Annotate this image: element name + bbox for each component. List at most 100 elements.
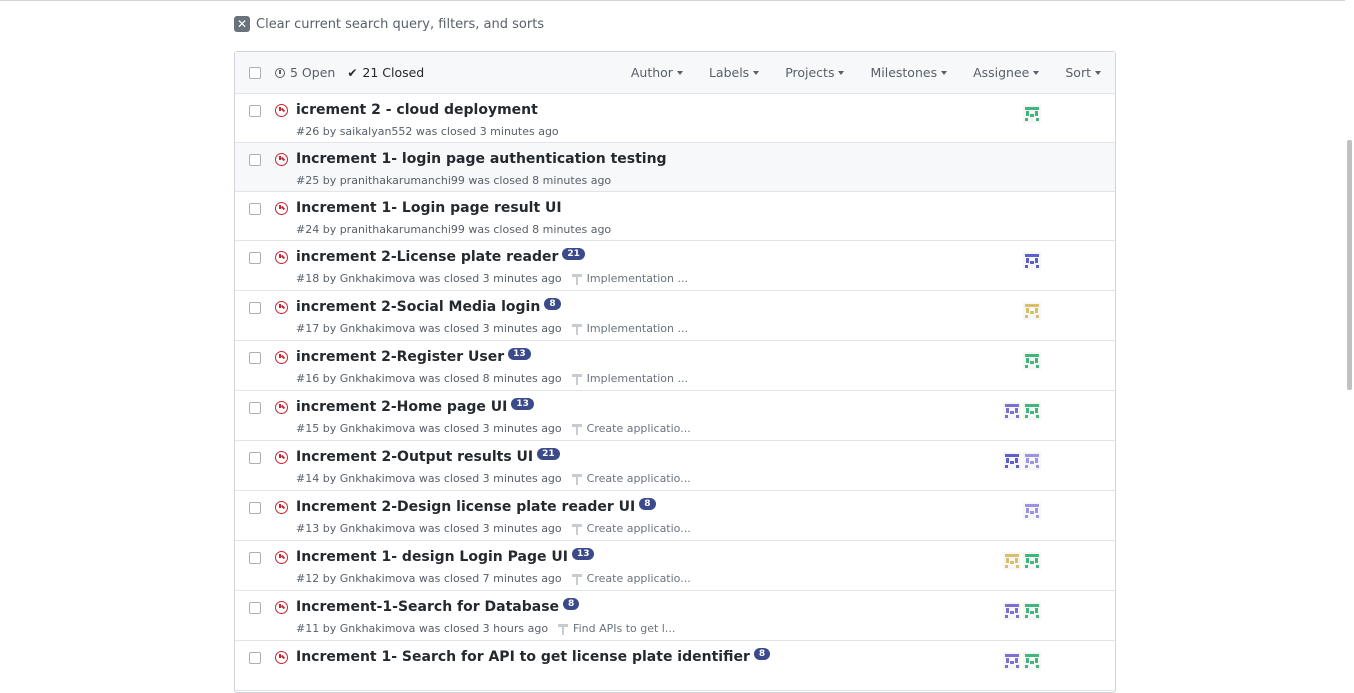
issue-row[interactable]: Increment 1- Login page result UI #24 by …: [235, 192, 1115, 241]
issues-list-header: 5 Open ✔ 21 Closed Author Labels Project…: [235, 52, 1115, 94]
issue-closed-icon: [275, 104, 288, 117]
issue-checkbox[interactable]: [249, 352, 261, 364]
issue-title-link[interactable]: Increment 2-Design license plate reader …: [296, 499, 635, 515]
select-all-checkbox[interactable]: [249, 67, 261, 79]
label-badge[interactable]: 8: [753, 648, 771, 660]
issue-row[interactable]: Increment 1- login page authentication t…: [235, 143, 1115, 192]
issue-title-link[interactable]: Increment 1- design Login Page UI: [296, 549, 568, 565]
issue-checkbox[interactable]: [249, 302, 261, 314]
milestone-icon: [571, 573, 582, 585]
label-badge[interactable]: 21: [537, 448, 560, 460]
label-badge[interactable]: 8: [639, 498, 656, 510]
sort-menu[interactable]: Sort: [1065, 65, 1101, 80]
issue-checkbox[interactable]: [249, 602, 261, 614]
avatar[interactable]: [1003, 552, 1021, 570]
labels-filter[interactable]: Labels: [709, 65, 760, 80]
issue-row[interactable]: Increment 2-Output results UI 21 #14 by Gn…: [235, 441, 1115, 491]
milestone-link[interactable]: Implementation ...: [571, 272, 688, 285]
issue-row[interactable]: increment 2-Home page UI 13 #15 by Gnkhaki…: [235, 391, 1115, 441]
issue-row[interactable]: increment 2-Register User 13 #16 by Gnkhak…: [235, 341, 1115, 391]
issue-row[interactable]: Increment 1- design Login Page UI 13 #12 b…: [235, 541, 1115, 591]
issue-checkbox[interactable]: [249, 502, 261, 514]
milestone-link[interactable]: Create applicatio...: [571, 572, 691, 585]
caret-down-icon: [1095, 70, 1101, 75]
issue-rows: icrement 2 - cloud deployment #26 by saik…: [235, 94, 1115, 691]
avatar[interactable]: [1003, 652, 1021, 670]
label-badge[interactable]: 8: [544, 298, 561, 310]
issue-title-link[interactable]: increment 2-Home page UI: [296, 399, 507, 415]
author-filter[interactable]: Author: [631, 65, 683, 80]
scrollbar-thumb[interactable]: [1347, 140, 1352, 390]
assignee-avatars: [1021, 105, 1041, 123]
issue-row[interactable]: Increment 1- Search for API to get licen…: [235, 641, 1115, 691]
issue-title-link[interactable]: Increment 1- login page authentication t…: [296, 151, 667, 167]
page-scrollbar[interactable]: [1345, 0, 1354, 658]
issue-title-link[interactable]: icrement 2 - cloud deployment: [296, 102, 538, 118]
caret-down-icon: [838, 70, 845, 75]
issue-checkbox[interactable]: [249, 252, 261, 264]
issue-checkbox[interactable]: [249, 402, 261, 414]
clear-search-link[interactable]: ✕ Clear current search query, filters, a…: [234, 15, 544, 33]
issue-meta-text: #18 by Gnkhakimova was closed 3 minutes …: [296, 272, 562, 285]
issue-title-link[interactable]: Increment 2-Output results UI: [296, 449, 533, 465]
issue-meta: #26 by saikalyan552 was closed 3 minutes…: [296, 125, 559, 138]
assignee-filter[interactable]: Assignee: [973, 65, 1040, 80]
milestone-label: Create applicatio...: [586, 472, 691, 485]
milestone-icon: [571, 423, 582, 435]
issue-title-link[interactable]: Increment-1-Search for Database: [296, 599, 559, 615]
avatar[interactable]: [1023, 302, 1041, 320]
label-badge[interactable]: 13: [571, 548, 595, 560]
issue-title-line: Increment 1- design Login Page UI 13: [296, 548, 595, 565]
issue-row[interactable]: icrement 2 - cloud deployment #26 by saik…: [235, 94, 1115, 143]
milestone-link[interactable]: Create applicatio...: [571, 472, 691, 485]
avatar[interactable]: [1023, 105, 1041, 123]
issue-title-link[interactable]: increment 2-Register User: [296, 349, 504, 365]
issue-title-line: Increment 2-Output results UI 21: [296, 448, 560, 465]
milestone-link[interactable]: Create applicatio...: [571, 422, 691, 435]
milestone-link[interactable]: Create applicatio...: [571, 522, 691, 535]
issue-title-link[interactable]: Increment 1- Login page result UI: [296, 200, 562, 216]
milestone-link[interactable]: Find APIs to get l...: [558, 622, 675, 635]
avatar[interactable]: [1023, 352, 1041, 370]
milestones-filter[interactable]: Milestones: [870, 65, 948, 80]
issue-title-link[interactable]: increment 2-License plate reader: [296, 249, 558, 265]
avatar[interactable]: [1003, 602, 1021, 620]
issue-checkbox[interactable]: [249, 652, 261, 664]
label-badge[interactable]: 21: [562, 248, 585, 260]
avatar[interactable]: [1023, 652, 1041, 670]
avatar[interactable]: [1023, 402, 1041, 420]
milestone-icon: [558, 623, 569, 635]
issue-row[interactable]: Increment 2-Design license plate reader …: [235, 491, 1115, 541]
projects-filter[interactable]: Projects: [785, 65, 845, 80]
issue-checkbox[interactable]: [249, 552, 261, 564]
avatar[interactable]: [1023, 552, 1041, 570]
issue-title-link[interactable]: Increment 1- Search for API to get licen…: [296, 649, 750, 665]
issue-checkbox[interactable]: [249, 452, 261, 464]
label-badge[interactable]: 13: [508, 348, 531, 360]
issue-row[interactable]: increment 2-License plate reader 21 #18 by…: [235, 241, 1115, 291]
avatar[interactable]: [1003, 452, 1021, 470]
issue-meta-text: #17 by Gnkhakimova was closed 3 minutes …: [296, 322, 562, 335]
label-badge[interactable]: 13: [511, 398, 534, 410]
milestone-icon: [571, 473, 582, 485]
issue-closed-icon: [275, 601, 288, 614]
closed-issues-filter[interactable]: ✔ 21 Closed: [347, 65, 424, 80]
issue-checkbox[interactable]: [249, 154, 261, 166]
issue-checkbox[interactable]: [249, 203, 261, 215]
label-badge[interactable]: 8: [563, 598, 580, 610]
issue-closed-icon: [275, 551, 288, 564]
open-issues-filter[interactable]: 5 Open: [275, 65, 335, 80]
avatar[interactable]: [1023, 452, 1041, 470]
avatar[interactable]: [1023, 502, 1041, 520]
milestone-link[interactable]: Implementation ...: [571, 322, 688, 335]
avatar[interactable]: [1023, 602, 1041, 620]
close-icon: ✕: [234, 16, 250, 32]
avatar[interactable]: [1003, 402, 1021, 420]
caret-down-icon: [941, 70, 948, 75]
issue-row[interactable]: increment 2-Social Media login 8 #17 by Gn…: [235, 291, 1115, 341]
issue-title-link[interactable]: increment 2-Social Media login: [296, 299, 540, 315]
issue-checkbox[interactable]: [249, 105, 261, 117]
issue-row[interactable]: Increment-1-Search for Database 8 #11 by G…: [235, 591, 1115, 641]
milestone-link[interactable]: Implementation ...: [571, 372, 688, 385]
avatar[interactable]: [1023, 252, 1041, 270]
